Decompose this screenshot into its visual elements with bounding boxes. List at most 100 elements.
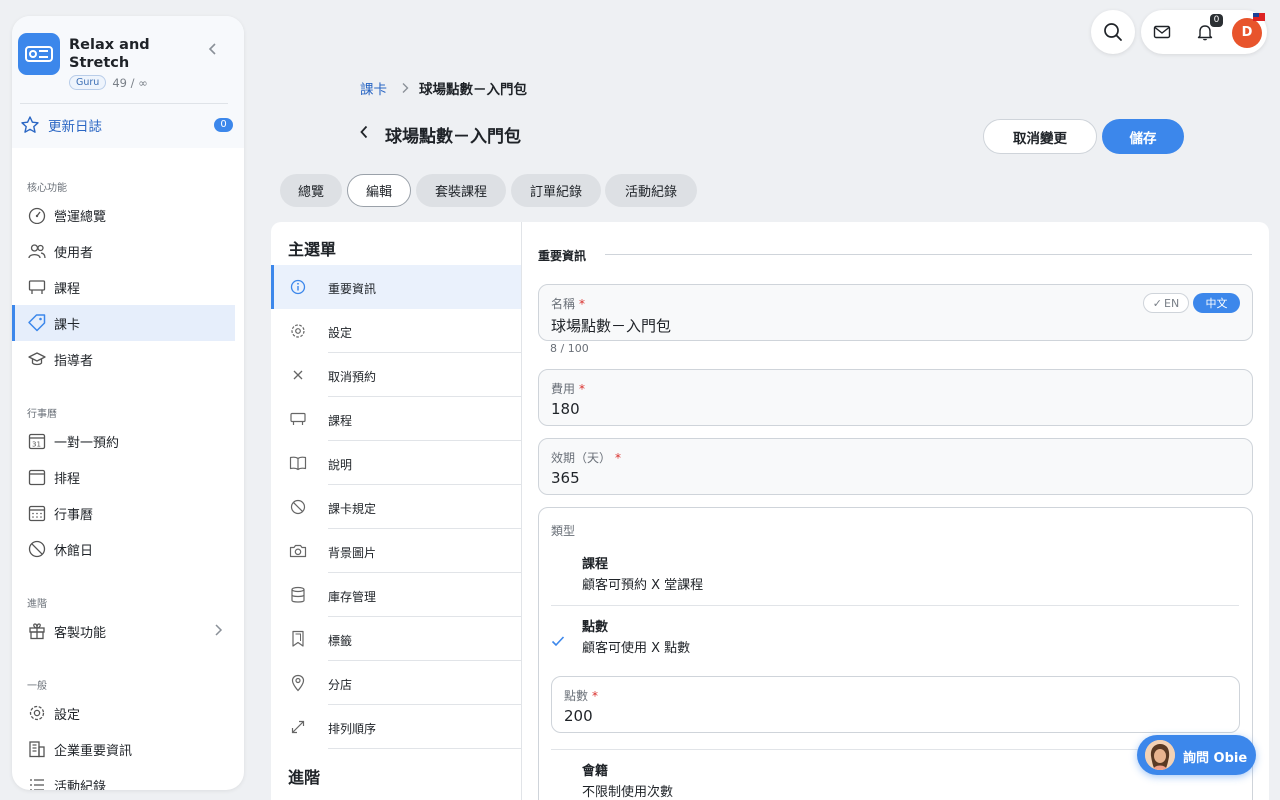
- tab-edit[interactable]: 編輯: [347, 174, 411, 207]
- lang-en-toggle[interactable]: ✓ EN: [1143, 293, 1189, 313]
- sidebar-item-business-info[interactable]: 企業重要資訊: [14, 731, 235, 767]
- search-button[interactable]: [1091, 10, 1135, 54]
- tab-order-history[interactable]: 訂單紀錄: [511, 174, 601, 207]
- changelog-count-badge: 0: [214, 118, 233, 132]
- option-title: 會籍: [582, 764, 609, 779]
- submenu-item-inventory[interactable]: 庫存管理: [271, 573, 521, 617]
- sidebar-item-instructors[interactable]: 指導者: [14, 341, 235, 377]
- tab-activity-log[interactable]: 活動紀錄: [605, 174, 697, 207]
- ban-icon: [289, 498, 307, 516]
- search-icon: [1104, 23, 1122, 41]
- sidebar-item-users[interactable]: 使用者: [14, 233, 235, 269]
- submenu-item-description[interactable]: 說明: [271, 441, 521, 485]
- tab-overview[interactable]: 總覽: [280, 174, 342, 207]
- lang-zh-toggle[interactable]: 中文: [1193, 293, 1240, 313]
- sidebar-item-classes[interactable]: 課程: [14, 269, 235, 305]
- character-count: 8 / 100: [550, 342, 589, 355]
- type-label: 類型: [551, 524, 576, 538]
- brand-header: Relax and Stretch Guru 49 / ∞ 更新日誌 0: [12, 16, 244, 148]
- save-button[interactable]: 儲存: [1102, 119, 1184, 154]
- sidebar-item-calendar[interactable]: 行事曆: [14, 495, 235, 531]
- sidebar-item-closed-days[interactable]: 休館日: [14, 531, 235, 567]
- topbar-actions: 0 D: [1141, 10, 1267, 54]
- name-field-value[interactable]: 球場點數－入門包: [551, 315, 671, 336]
- check-icon: [551, 636, 565, 647]
- submenu-item-cancellation[interactable]: 取消預約: [271, 353, 521, 397]
- price-field[interactable]: 費用 * 180: [538, 369, 1253, 426]
- submenu-item-background-image[interactable]: 背景圖片: [271, 529, 521, 573]
- changelog-label: 更新日誌: [48, 119, 102, 135]
- cancel-changes-button[interactable]: 取消變更: [983, 119, 1097, 154]
- submenu-item-label: 重要資訊: [328, 282, 377, 296]
- price-field-value[interactable]: 180: [551, 400, 580, 418]
- nav-section-title: 行事曆: [27, 409, 57, 420]
- sidebar-item-settings[interactable]: 設定: [14, 695, 235, 731]
- submenu-item-card-rules[interactable]: 課卡規定: [271, 485, 521, 529]
- sidebar-item-class-cards[interactable]: 課卡: [12, 305, 235, 341]
- option-description: 不限制使用次數: [582, 785, 674, 800]
- collapse-sidebar-button[interactable]: [204, 40, 222, 58]
- sidebar-item-schedule[interactable]: 排程: [14, 459, 235, 495]
- nav-section-title: 進階: [27, 599, 47, 610]
- ask-obie-label: 詢問 Obie: [1183, 751, 1248, 766]
- submenu-item-sort-order[interactable]: 排列順序: [271, 705, 521, 749]
- submenu-item-label: 庫存管理: [328, 590, 377, 604]
- breadcrumb-class-cards-link[interactable]: 課卡: [360, 78, 387, 98]
- option-description: 顧客可使用 X 點數: [582, 641, 691, 656]
- submenu-item-label: 課程: [328, 414, 353, 428]
- ask-obie-button[interactable]: 詢問 Obie: [1137, 735, 1256, 775]
- calendar-31-icon: 31: [27, 431, 47, 451]
- chevron-right-icon: [215, 624, 223, 636]
- submenu-item-label: 取消預約: [328, 370, 377, 384]
- sidebar-item-activity-log[interactable]: 活動紀錄: [14, 767, 235, 790]
- gift-icon: [27, 621, 47, 641]
- validity-field-value[interactable]: 365: [551, 469, 580, 487]
- type-option-points[interactable]: 點數 顧客可使用 X 點數: [551, 611, 1239, 671]
- dashboard-icon: [27, 205, 47, 225]
- points-field[interactable]: 點數 * 200: [551, 676, 1240, 733]
- ban-icon: [27, 539, 47, 559]
- avatar[interactable]: D: [1232, 18, 1262, 48]
- sidebar-item-label: 一對一預約: [54, 435, 120, 451]
- nav-section-title: 核心功能: [27, 183, 67, 194]
- option-description: 顧客可預約 X 堂課程: [582, 578, 704, 593]
- users-icon: [27, 241, 47, 261]
- submenu-item-tags[interactable]: 標籤: [271, 617, 521, 661]
- sidebar-item-dashboard[interactable]: 營運總覽: [14, 197, 235, 233]
- sidebar-item-label: 客製功能: [54, 625, 107, 641]
- submenu-item-classes[interactable]: 課程: [271, 397, 521, 441]
- submenu-item-settings[interactable]: 設定: [271, 309, 521, 353]
- database-icon: [289, 586, 307, 604]
- svg-text:31: 31: [32, 441, 41, 449]
- notification-count-badge: 0: [1210, 14, 1223, 27]
- validity-field-label: 效期（天） *: [551, 451, 622, 465]
- building-icon: [27, 739, 47, 759]
- brand-logo[interactable]: [18, 33, 60, 75]
- type-option-membership[interactable]: 會籍 不限制使用次數: [551, 755, 1239, 800]
- tab-package-classes[interactable]: 套裝課程: [416, 174, 506, 207]
- sidebar-item-label: 使用者: [54, 245, 94, 261]
- sidebar-item-label: 行事曆: [54, 507, 94, 523]
- name-field[interactable]: 名稱 * 球場點數－入門包 ✓ EN 中文: [538, 284, 1253, 341]
- mail-icon[interactable]: [1153, 23, 1171, 45]
- gear-icon: [27, 703, 47, 723]
- back-button[interactable]: [355, 122, 373, 142]
- class-board-icon: [27, 277, 47, 297]
- submenu-item-key-info[interactable]: 重要資訊: [271, 265, 521, 309]
- chevron-right-icon: [401, 82, 409, 94]
- sidebar-item-one-on-one[interactable]: 31 一對一預約: [14, 423, 235, 459]
- sidebar-item-label: 設定: [54, 707, 81, 723]
- points-field-value[interactable]: 200: [564, 707, 593, 725]
- class-board-icon: [289, 410, 307, 428]
- obie-avatar: [1145, 740, 1175, 770]
- sidebar-item-label: 課卡: [54, 317, 81, 333]
- sidebar-item-custom-features[interactable]: 客製功能: [14, 613, 235, 649]
- breadcrumb: 課卡 球場點數－入門包: [360, 78, 527, 98]
- type-option-classes[interactable]: 課程 顧客可預約 X 堂課程: [551, 548, 1239, 608]
- validity-field[interactable]: 效期（天） * 365: [538, 438, 1253, 495]
- flag-icon: [1253, 13, 1265, 21]
- changelog-link[interactable]: 更新日誌 0: [20, 112, 236, 138]
- submenu-item-label: 背景圖片: [328, 546, 377, 560]
- submenu-item-branches[interactable]: 分店: [271, 661, 521, 705]
- submenu-item-label: 排列順序: [328, 722, 377, 736]
